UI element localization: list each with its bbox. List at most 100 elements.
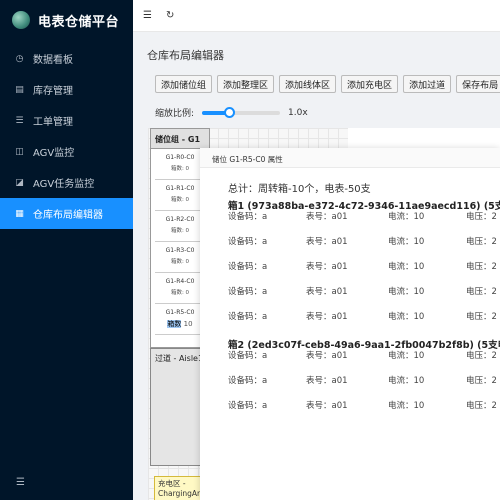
sidebar-item-label: AGV监控 — [33, 148, 75, 159]
sidebar-item[interactable]: ◷ 数据看板 — [0, 43, 133, 74]
zoom-slider[interactable] — [202, 106, 281, 118]
storage-cell[interactable]: G1-R5-C0 箱数 10 — [155, 304, 205, 335]
meter-number: 表号：a01 — [306, 262, 348, 272]
storage-cell[interactable]: G1-R0-C0 箱数: 0 — [155, 149, 205, 180]
menu-toggle-icon[interactable]: ☰ — [143, 10, 152, 21]
meter-device-code: 设备码：a — [228, 262, 268, 272]
cell-code: G1-R4-C0 — [165, 278, 195, 285]
meter-number: 表号：a01 — [306, 401, 348, 411]
sidebar: 电表仓储平台 ◷ 数据看板 ▤ 库存管理 ☰ 工单管理 ◫ AGV监控 ◪ AGV任务监控 ▦ 仓库布… — [0, 0, 133, 500]
sidebar-item[interactable]: ☰ 工单管理 — [0, 105, 133, 136]
meter-number: 表号：a01 — [306, 212, 348, 222]
meter-voltage: 电压：2 — [466, 212, 497, 222]
meter-number: 表号：a01 — [306, 312, 348, 322]
meter-current: 电流：10 — [388, 287, 425, 297]
sidebar-item-label: 工单管理 — [33, 117, 73, 128]
box-title: 箱2 (2ed3c07f-ceb8-49a6-9aa1-2fb0047b2f8b… — [228, 340, 500, 351]
storage-cell[interactable]: G1-R2-C0 箱数: 0 — [155, 211, 205, 242]
monitor-icon: ◫ — [15, 146, 24, 157]
toolbar-button[interactable]: 保存布局 — [456, 75, 500, 93]
summary-text: 总计：周转箱-10个，电表-50支 — [228, 184, 371, 195]
list-icon: ☰ — [15, 115, 24, 126]
cell-box-count: 箱数: 0 — [170, 290, 190, 296]
cell-count-value: 10 — [181, 320, 193, 328]
meter-current: 电流：10 — [388, 312, 425, 322]
dashboard-icon: ◷ — [15, 53, 24, 64]
storage-cell[interactable]: G1-R1-C0 箱数: 0 — [155, 180, 205, 211]
top-bar: ☰ ↻ — [133, 0, 500, 32]
meter-current: 电流：10 — [388, 212, 425, 222]
meter-current: 电流：10 — [388, 237, 425, 247]
meter-device-code: 设备码：a — [228, 287, 268, 297]
cell-code: G1-R0-C0 — [165, 154, 195, 161]
panel-body[interactable]: 总计：周转箱-10个，电表-50支 箱1 (973a88ba-e372-4c72… — [212, 168, 500, 500]
page-title: 仓库布局编辑器 — [147, 49, 224, 62]
sidebar-item[interactable]: ◫ AGV监控 — [0, 136, 133, 167]
meter-device-code: 设备码：a — [228, 312, 268, 322]
meter-number: 表号：a01 — [306, 287, 348, 297]
cell-box-count: 箱数: 0 — [170, 197, 190, 203]
cell-box-count: 箱数: 0 — [170, 166, 190, 172]
meter-voltage: 电压：2 — [466, 237, 497, 247]
zoom-label: 缩放比例: — [155, 109, 195, 119]
meter-voltage: 电压：2 — [466, 351, 497, 361]
toolbar: 添加储位组 添加整理区 添加线体区 添加充电区 添加过道 保存布局 — [155, 75, 500, 93]
sidebar-item-label: 数据看板 — [33, 55, 73, 66]
zoom-control: 缩放比例: 1.0x — [155, 106, 308, 119]
meter-voltage: 电压：2 — [466, 262, 497, 272]
meter-current: 电流：10 — [388, 401, 425, 411]
brand[interactable]: 电表仓储平台 — [0, 0, 133, 40]
toolbar-button[interactable]: 添加储位组 — [155, 75, 213, 93]
meter-device-code: 设备码：a — [228, 401, 268, 411]
meter-device-code: 设备码：a — [228, 212, 268, 222]
sidebar-item[interactable]: ▤ 库存管理 — [0, 74, 133, 105]
charging-zone-name: ChargingAr — [158, 489, 201, 498]
zoom-slider-handle[interactable] — [223, 106, 235, 118]
storage-cell[interactable]: G1-R4-C0 箱数: 0 — [155, 273, 205, 304]
sidebar-item[interactable]: ◪ AGV任务监控 — [0, 167, 133, 198]
storage-group-title: 储位组 - G1 — [151, 129, 209, 149]
meter-voltage: 电压：2 — [466, 312, 497, 322]
charging-zone[interactable]: 充电区 - ChargingAr — [154, 476, 204, 500]
box-title: 箱1 (973a88ba-e372-4c72-9346-11ae9aecd116… — [228, 201, 500, 212]
meter-device-code: 设备码：a — [228, 351, 268, 361]
charging-zone-title: 充电区 - — [158, 479, 186, 488]
meter-current: 电流：10 — [388, 262, 425, 272]
cell-code: G1-R3-C0 — [165, 247, 195, 254]
storage-cell[interactable]: G1-R3-C0 箱数: 0 — [155, 242, 205, 273]
meter-current: 电流：10 — [388, 376, 425, 386]
zoom-value: 1.0x — [288, 107, 308, 118]
layout-icon: ▦ — [15, 208, 24, 219]
cell-code: G1-R2-C0 — [165, 216, 195, 223]
sidebar-item-label: AGV任务监控 — [33, 179, 95, 190]
toolbar-button[interactable]: 添加充电区 — [341, 75, 399, 93]
logo-icon — [12, 11, 30, 29]
meter-voltage: 电压：2 — [466, 401, 497, 411]
toolbar-button[interactable]: 添加整理区 — [217, 75, 275, 93]
meter-number: 表号：a01 — [306, 351, 348, 361]
inventory-icon: ▤ — [15, 84, 24, 95]
sidebar-item-label: 库存管理 — [33, 86, 73, 97]
meter-number: 表号：a01 — [306, 376, 348, 386]
sidebar-item[interactable]: ▦ 仓库布局编辑器 — [0, 198, 133, 229]
meter-voltage: 电压：2 — [466, 287, 497, 297]
toolbar-button[interactable]: 添加过道 — [403, 75, 452, 93]
cell-count-label: 箱数 — [167, 320, 182, 328]
meter-device-code: 设备码：a — [228, 237, 268, 247]
cell-code: G1-R1-C0 — [165, 185, 195, 192]
cell-box-count: 箱数: 0 — [170, 228, 190, 234]
toolbar-button[interactable]: 添加线体区 — [279, 75, 337, 93]
meter-number: 表号：a01 — [306, 237, 348, 247]
cell-code: G1-R5-C0 — [165, 309, 195, 316]
collapse-menu-icon[interactable]: ☰ — [16, 477, 25, 488]
meter-voltage: 电压：2 — [466, 376, 497, 386]
sidebar-item-label: 仓库布局编辑器 — [33, 210, 103, 221]
cell-box-count: 箱数 10 — [155, 319, 205, 329]
refresh-icon[interactable]: ↻ — [166, 10, 174, 21]
meter-device-code: 设备码：a — [228, 376, 268, 386]
panel-title: 储位 G1-R5-C0 属性 — [200, 148, 500, 168]
app-title: 电表仓储平台 — [38, 14, 120, 30]
property-panel: 储位 G1-R5-C0 属性 总计：周转箱-10个，电表-50支 箱1 (973… — [200, 148, 500, 500]
cell-box-count: 箱数: 0 — [170, 259, 190, 265]
sidebar-menu: ◷ 数据看板 ▤ 库存管理 ☰ 工单管理 ◫ AGV监控 ◪ AGV任务监控 ▦ 仓库布局编辑器 — [0, 43, 133, 229]
